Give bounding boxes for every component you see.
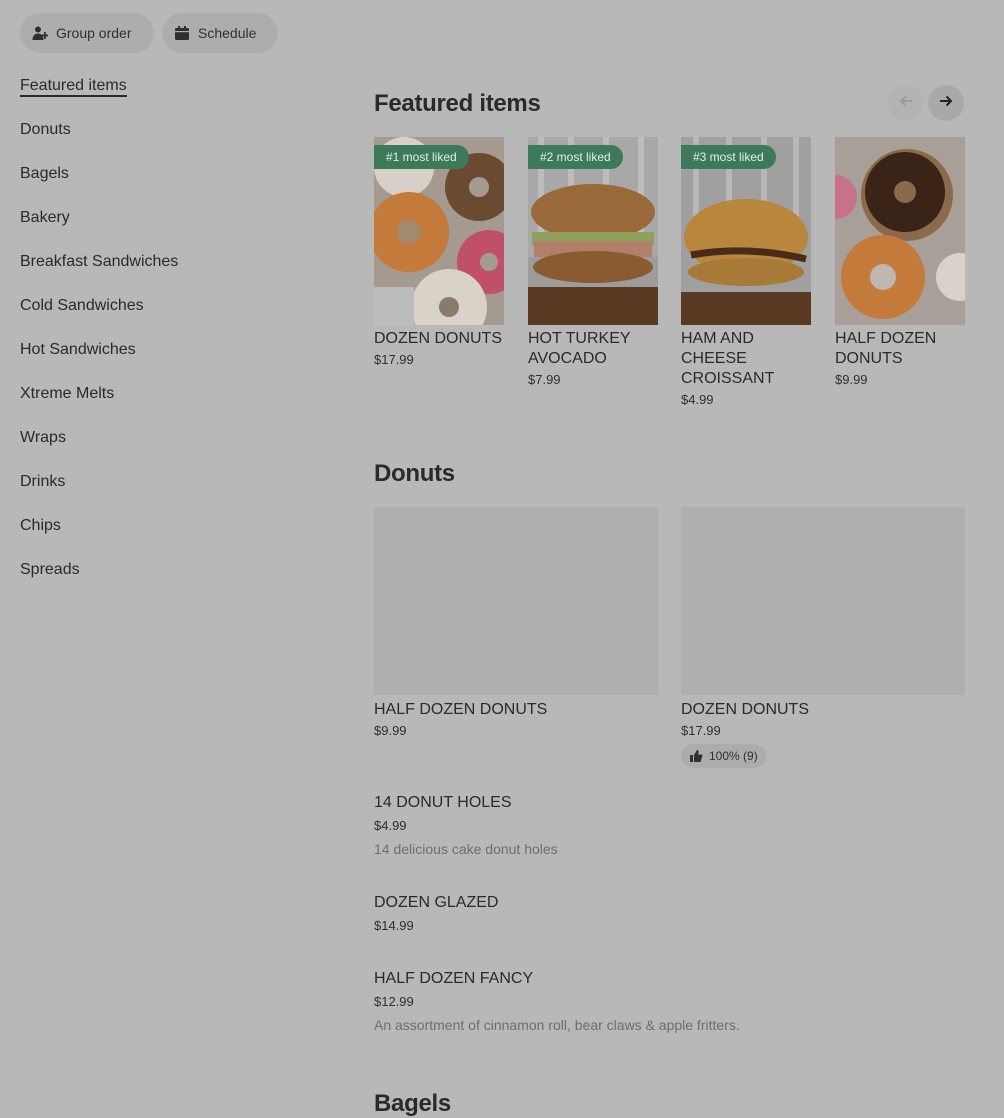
sidebar-item-spreads[interactable]: Spreads — [20, 560, 320, 604]
chocolate-donuts-image — [835, 137, 965, 325]
item-price: $9.99 — [835, 372, 868, 387]
bagels-section-title: Bagels — [374, 1090, 451, 1117]
featured-section-title: Featured items — [374, 90, 541, 117]
sidebar-item-cold-sandwiches[interactable]: Cold Sandwiches — [20, 296, 320, 340]
sidebar-item-hot-sandwiches[interactable]: Hot Sandwiches — [20, 340, 320, 384]
sidebar-item-breakfast-sandwiches[interactable]: Breakfast Sandwiches — [20, 252, 320, 296]
menu-list-item[interactable]: HALF DOZEN FANCY $12.99 An assortment of… — [374, 969, 964, 1033]
arrow-left-icon — [898, 93, 914, 114]
item-image-placeholder — [374, 507, 658, 695]
menu-content: Featured items #1 most liked DOZEN DONUT… — [374, 0, 965, 1117]
group-order-label: Group order — [56, 25, 132, 41]
item-name: HALF DOZEN DONUTS — [835, 330, 937, 367]
bagel-sandwich-image: #2 most liked — [528, 137, 658, 325]
calendar-icon — [174, 25, 190, 41]
item-price: $4.99 — [681, 392, 714, 407]
group-order-button[interactable]: Group order — [20, 13, 154, 53]
sidebar-item-featured-items[interactable]: Featured items — [20, 76, 320, 120]
donut-assortment-image: #1 most liked — [374, 137, 504, 325]
featured-item-card[interactable]: #1 most liked DOZEN DONUTS $17.99 — [374, 137, 504, 367]
sidebar-item-bakery[interactable]: Bakery — [20, 208, 320, 252]
item-price: $17.99 — [374, 352, 414, 367]
item-price: $17.99 — [681, 723, 721, 738]
menu-list-item[interactable]: 14 DONUT HOLES $4.99 14 delicious cake d… — [374, 793, 964, 857]
most-liked-badge: #2 most liked — [528, 145, 623, 169]
menu-item-card[interactable]: DOZEN DONUTS $17.99 100% (9) — [681, 507, 965, 768]
item-price: $4.99 — [374, 818, 407, 833]
carousel-next-button[interactable] — [928, 85, 964, 121]
schedule-button[interactable]: Schedule — [162, 13, 278, 53]
item-price: $9.99 — [374, 723, 407, 738]
croissant-image: #3 most liked — [681, 137, 811, 325]
schedule-label: Schedule — [198, 25, 257, 41]
item-name: HALF DOZEN DONUTS — [374, 701, 548, 718]
item-description: An assortment of cinnamon roll, bear cla… — [374, 1017, 740, 1033]
item-description: 14 delicious cake donut holes — [374, 841, 558, 857]
most-liked-badge: #3 most liked — [681, 145, 776, 169]
add-person-icon — [32, 25, 48, 41]
sidebar-item-bagels[interactable]: Bagels — [20, 164, 320, 208]
item-price: $7.99 — [528, 372, 561, 387]
item-name: DOZEN DONUTS — [681, 701, 809, 718]
rating-badge: 100% (9) — [681, 744, 766, 768]
featured-item-card[interactable]: HALF DOZEN DONUTS $9.99 — [835, 137, 965, 387]
item-name: HAM AND CHEESE CROISSANT — [681, 330, 775, 387]
item-name: 14 DONUT HOLES — [374, 794, 512, 811]
sidebar-item-chips[interactable]: Chips — [20, 516, 320, 560]
arrow-right-icon — [938, 93, 954, 114]
most-liked-badge: #1 most liked — [374, 145, 469, 169]
item-name: HOT TURKEY AVOCADO — [528, 330, 631, 367]
item-price: $12.99 — [374, 994, 414, 1009]
item-price: $14.99 — [374, 918, 414, 933]
category-sidebar: Featured items Donuts Bagels Bakery Brea… — [20, 76, 320, 604]
sidebar-item-xtreme-melts[interactable]: Xtreme Melts — [20, 384, 320, 428]
sidebar-item-drinks[interactable]: Drinks — [20, 472, 320, 516]
item-name: HALF DOZEN FANCY — [374, 970, 534, 987]
sidebar-item-donuts[interactable]: Donuts — [20, 120, 320, 164]
menu-list-item[interactable]: DOZEN GLAZED $14.99 — [374, 893, 964, 933]
rating-text: 100% (9) — [709, 749, 758, 763]
item-name: DOZEN DONUTS — [374, 330, 502, 347]
item-name: DOZEN GLAZED — [374, 894, 499, 911]
menu-item-card[interactable]: HALF DOZEN DONUTS $9.99 — [374, 507, 658, 738]
thumbs-up-icon — [689, 749, 703, 763]
carousel-prev-button[interactable] — [888, 85, 924, 121]
donuts-section-title: Donuts — [374, 460, 455, 487]
sidebar-item-wraps[interactable]: Wraps — [20, 428, 320, 472]
item-image-placeholder — [681, 507, 965, 695]
featured-item-card[interactable]: #2 most liked HOT TURKEY AVOCADO $7.99 — [528, 137, 658, 387]
featured-item-card[interactable]: #3 most liked HAM AND CHEESE CROISSANT $… — [681, 137, 811, 407]
